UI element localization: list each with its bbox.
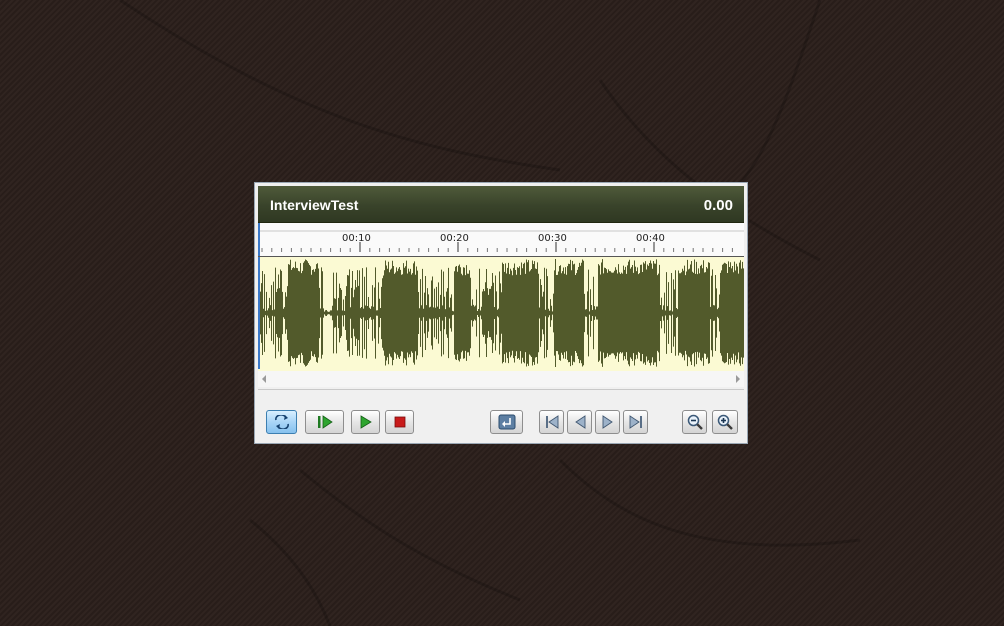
- scroll-left-icon[interactable]: [262, 375, 266, 383]
- skip-start-icon: [545, 415, 558, 429]
- zoom-in-icon: [717, 414, 733, 430]
- step-back-icon: [574, 415, 585, 429]
- go-to-end-button[interactable]: [623, 410, 648, 434]
- stop-icon: [394, 416, 405, 428]
- transport-toolbar: [258, 389, 744, 442]
- ruler-ticks: [258, 223, 744, 256]
- timeline-ruler[interactable]: 00:10 00:20 00:30 00:40: [258, 223, 744, 257]
- audio-editor-window: InterviewTest 0.00 00:10 00:20 00:30 00:…: [254, 182, 748, 444]
- next-button[interactable]: [595, 410, 620, 434]
- zoom-out-icon: [687, 414, 703, 430]
- track-title: InterviewTest: [270, 197, 359, 213]
- timeline-label: 00:40: [636, 233, 665, 244]
- zoom-out-button[interactable]: [682, 410, 707, 434]
- zoom-in-button[interactable]: [712, 410, 738, 434]
- play-selection-icon: [317, 415, 333, 429]
- step-forward-icon: [602, 415, 613, 429]
- play-selection-button[interactable]: [305, 410, 344, 434]
- loop-icon: [274, 415, 289, 429]
- go-to-start-button[interactable]: [539, 410, 564, 434]
- loop-button[interactable]: [266, 410, 297, 434]
- time-display: 0.00: [703, 197, 733, 214]
- waveform-view[interactable]: [258, 256, 744, 372]
- stop-button[interactable]: [385, 410, 414, 434]
- timeline-label: 00:30: [538, 233, 567, 244]
- timeline-label: 00:20: [440, 233, 469, 244]
- horizontal-scrollbar[interactable]: [258, 371, 744, 387]
- return-button[interactable]: [490, 410, 523, 434]
- play-icon: [360, 415, 372, 429]
- waveform: [258, 257, 744, 369]
- timeline-label: 00:10: [342, 233, 371, 244]
- previous-button[interactable]: [567, 410, 592, 434]
- return-icon: [498, 414, 515, 430]
- title-bar: InterviewTest 0.00: [258, 186, 744, 223]
- play-button[interactable]: [351, 410, 380, 434]
- scroll-right-icon[interactable]: [736, 375, 740, 383]
- skip-end-icon: [629, 415, 642, 429]
